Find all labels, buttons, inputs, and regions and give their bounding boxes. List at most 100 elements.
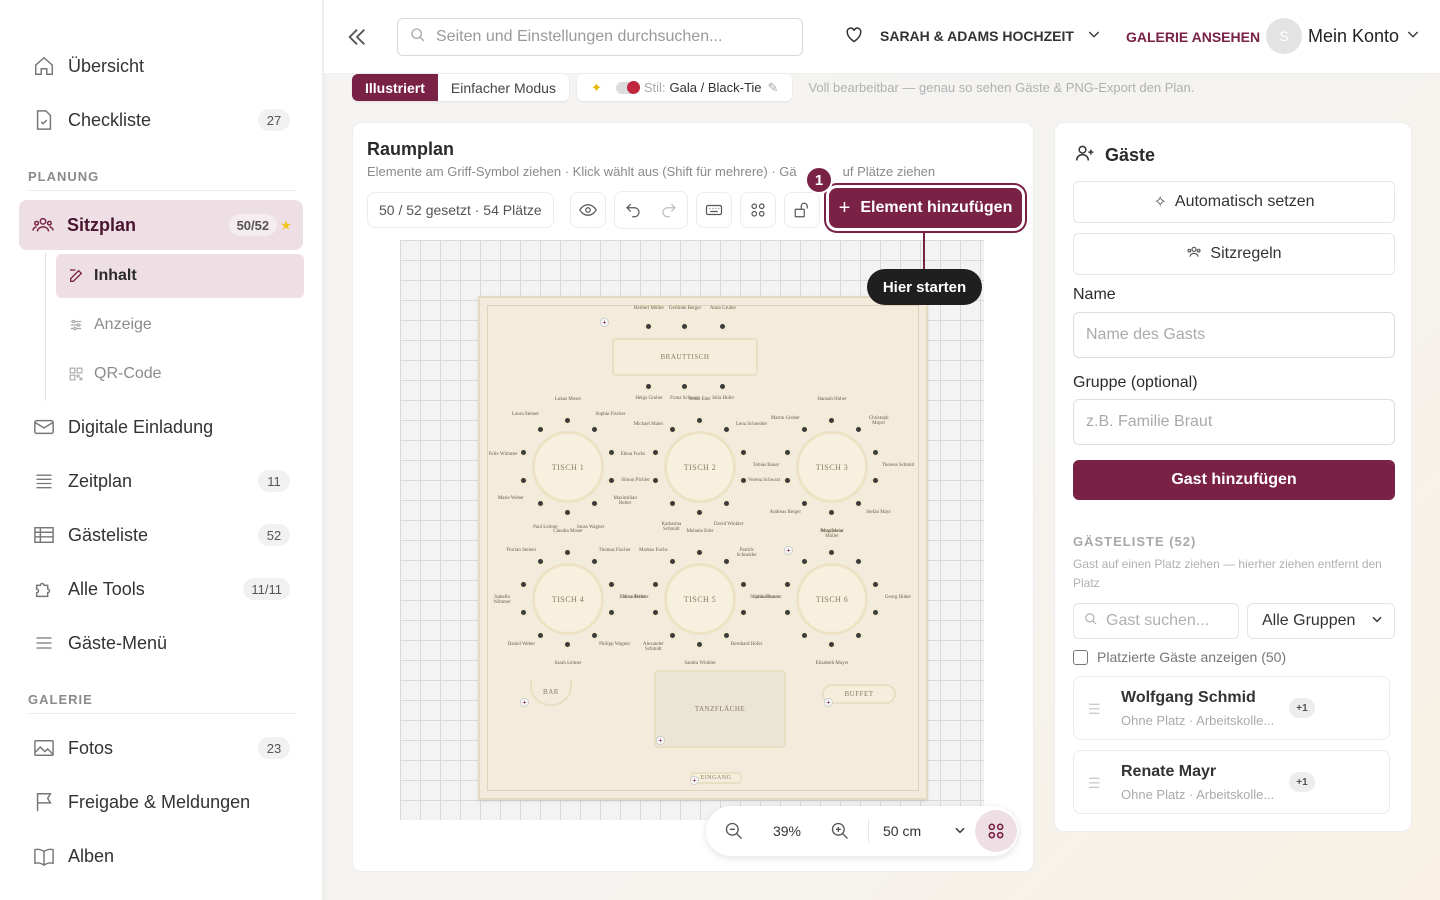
seat[interactable] [563,548,572,557]
add-seat-icon[interactable]: + [520,698,529,707]
sub-item-anzeige[interactable]: Anzeige [56,303,304,347]
grid-size[interactable]: 50 cm [883,823,943,839]
unlock-icon[interactable] [783,192,820,228]
sidebar-item-zeitplan[interactable]: Zeitplan 11 [20,457,304,505]
drag-handle-icon[interactable]: ☰ [1088,775,1101,792]
guest-card[interactable]: ☰ Wolfgang Schmid Ohne Platz · Arbeitsko… [1073,676,1390,740]
round-table[interactable]: TISCH 2 [664,431,736,503]
sidebar-item-gaeste-menue[interactable]: Gäste-Menü [20,619,304,667]
seat[interactable] [606,579,616,589]
seat[interactable] [738,579,748,589]
seat[interactable] [799,556,809,566]
seat[interactable] [695,640,704,649]
sidebar-item-fotos[interactable]: Fotos 23 [20,724,304,772]
collapse-sidebar-icon[interactable] [346,26,368,53]
sidebar-item-digitale-einladung[interactable]: Digitale Einladung [20,403,304,451]
guest-search-input[interactable]: Gast suchen... [1073,603,1239,639]
seat[interactable] [738,447,748,457]
seat[interactable] [827,548,836,557]
seat[interactable] [870,447,880,457]
show-placed-checkbox[interactable]: Platzierte Gäste anzeigen (50) [1073,649,1286,665]
seat[interactable] [590,424,600,434]
seat[interactable] [590,556,600,566]
add-seat-icon[interactable]: + [690,776,699,785]
seat[interactable] [783,447,793,457]
seat[interactable] [695,548,704,557]
seat[interactable] [870,608,880,618]
seat-view-icon[interactable] [975,810,1017,852]
zoom-out-icon[interactable] [722,821,746,841]
name-input[interactable]: Name des Gasts [1073,312,1395,358]
add-element-button[interactable]: + Element hinzufügen [829,188,1022,228]
gallery-link[interactable]: GALERIE ANSEHEN [1126,29,1260,45]
sidebar-item-checkliste[interactable]: Checkliste 27 [20,96,304,144]
seating-rules-button[interactable]: Sitzregeln [1073,233,1395,275]
toggle-switch[interactable] [615,80,640,94]
seat[interactable] [519,579,529,589]
eye-icon[interactable] [569,192,606,228]
style-selector[interactable]: ✦ Stil: Gala / Black-Tie ✎ [576,74,793,101]
search-input[interactable]: Seiten und Einstellungen durchsuchen... [397,18,803,56]
seat[interactable] [667,424,677,434]
chevron-down-icon[interactable] [953,823,967,840]
seat[interactable] [535,556,545,566]
add-seat-icon[interactable]: + [784,546,793,555]
sidebar-item-uebersicht[interactable]: Übersicht [20,42,304,90]
round-table[interactable]: TISCH 5 [664,563,736,635]
seat[interactable] [718,322,727,331]
seat[interactable] [870,476,880,486]
auto-assign-button[interactable]: ✧ Automatisch setzen [1073,181,1395,223]
drag-handle-icon[interactable]: ☰ [1088,701,1101,718]
seat[interactable] [651,447,661,457]
seat[interactable] [563,508,572,517]
add-seat-icon[interactable]: + [600,318,609,327]
seat[interactable] [606,608,616,618]
dancefloor[interactable]: TANZFLÄCHE [654,670,786,748]
sidebar-item-alle-tools[interactable]: Alle Tools 11/11 [20,565,304,613]
account-menu[interactable]: S Mein Konto [1266,18,1421,54]
add-seat-icon[interactable]: + [656,736,665,745]
redo-icon[interactable] [651,192,687,228]
wedding-selector[interactable]: SARAH & ADAMS HOCHZEIT [844,24,1102,47]
seat[interactable] [644,322,653,331]
sidebar-item-freigabe[interactable]: Freigabe & Meldungen [20,778,304,826]
seat[interactable] [854,556,864,566]
round-table[interactable]: TISCH 1 [532,431,604,503]
seat[interactable] [519,447,529,457]
seat[interactable] [563,640,572,649]
sub-item-qr-code[interactable]: QR-Code [56,352,304,396]
seat[interactable] [799,424,809,434]
buffet[interactable]: BUFFET [822,684,896,704]
guest-card[interactable]: ☰ Renate Mayr Ohne Platz · Arbeitskolle.… [1073,750,1390,814]
grid-icon[interactable] [739,192,776,228]
sidebar-item-alben[interactable]: Alben [20,832,304,880]
seat[interactable] [606,447,616,457]
sidebar-item-sitzplan[interactable]: Sitzplan 50/52 ★ [19,200,303,250]
seat[interactable] [563,416,572,425]
seat[interactable] [695,508,704,517]
seat[interactable] [718,382,727,391]
seat[interactable] [827,416,836,425]
mode-simple[interactable]: Einfacher Modus [438,74,569,101]
floor-plan[interactable]: BRAUTTISCH Herbert Müller Gerlinde Berger A… [478,296,928,800]
round-table[interactable]: TISCH 4 [532,563,604,635]
seat[interactable] [695,416,704,425]
sidebar-item-gaesteliste[interactable]: Gästeliste 52 [20,511,304,559]
add-seat-icon[interactable]: + [824,698,833,707]
round-table[interactable]: TISCH 3 [796,431,868,503]
keyboard-icon[interactable] [695,192,732,228]
seat[interactable] [535,424,545,434]
seat[interactable] [680,322,689,331]
checkbox[interactable] [1073,649,1088,665]
head-table[interactable]: BRAUTTISCH [612,338,758,376]
group-filter-select[interactable]: Alle Gruppen [1247,603,1395,639]
group-input[interactable]: z.B. Familie Braut [1073,399,1395,445]
undo-icon[interactable] [615,192,651,228]
sub-item-inhalt[interactable]: Inhalt [56,254,304,298]
seat[interactable] [827,640,836,649]
mode-illustrated[interactable]: Illustriert [352,74,438,101]
add-guest-button[interactable]: Gast hinzufügen [1073,460,1395,500]
seat[interactable] [644,382,653,391]
seat[interactable] [870,579,880,589]
round-table[interactable]: TISCH 6 [796,563,868,635]
